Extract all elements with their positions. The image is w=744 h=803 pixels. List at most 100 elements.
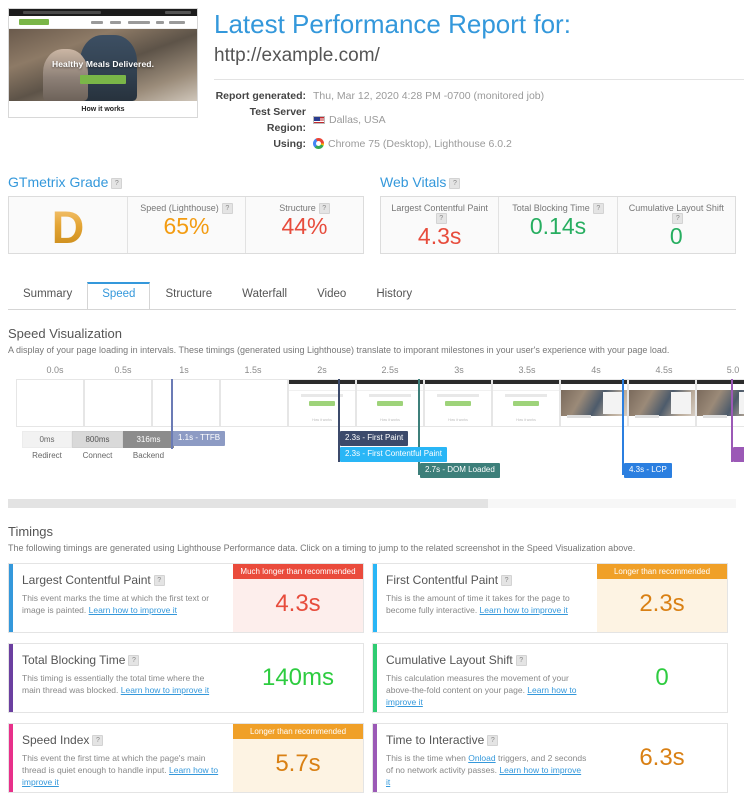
metric-structure[interactable]: Structure? 44% (245, 196, 363, 253)
vital-lcp[interactable]: Largest Contentful Paint? 4.3s (381, 197, 498, 253)
marker-chip-first-paint[interactable]: 2.3s - First Paint (340, 430, 409, 446)
metric-value: 65% (163, 213, 210, 240)
us-flag-icon (313, 115, 325, 124)
filmstrip-frame[interactable] (628, 378, 696, 427)
card-value-panel: 0 (597, 643, 727, 712)
card-body: Time to Interactive? This is the time wh… (377, 724, 597, 792)
learn-more-link[interactable]: Learn how to improve it (89, 605, 177, 615)
card-value: 4.3s (275, 590, 321, 618)
metadata-value: Thu, Mar 12, 2020 4:28 PM -0700 (monitor… (313, 88, 544, 104)
help-icon[interactable]: ? (92, 735, 104, 747)
help-icon[interactable]: ? (221, 203, 233, 215)
filmstrip-frame[interactable] (16, 378, 84, 427)
phase-value: 800ms (72, 430, 123, 448)
card-description: This calculation measures the movement o… (386, 672, 577, 707)
timeline-horizontal-scrollbar[interactable] (8, 498, 736, 508)
timings-heading: Timings (8, 523, 54, 539)
timeline-markers: 0ms Redirect 800ms Connect 316ms Backend (8, 378, 744, 485)
axis-tick: 1s (179, 364, 189, 375)
marker-chip-lcp[interactable]: 4.3s - LCP (624, 462, 672, 478)
filmstrip-frame[interactable]: How it works (424, 378, 492, 427)
axis-tick: 2.5s (381, 364, 399, 375)
help-icon[interactable]: ? (592, 203, 604, 215)
speed-visualization-section: Speed Visualization A display of your pa… (0, 326, 744, 485)
filmstrip-frame[interactable]: How it works (492, 378, 560, 427)
timing-card-total-blocking-time[interactable]: Total Blocking Time? This timing is esse… (8, 642, 364, 713)
tab-structure[interactable]: Structure (150, 282, 227, 309)
tab-video[interactable]: Video (302, 282, 361, 309)
learn-more-link[interactable]: Learn how to improve it (121, 685, 209, 695)
help-icon[interactable]: ? (128, 655, 140, 667)
page-screenshot-thumbnail[interactable]: Healthy Meals Delivered. How it works (8, 8, 198, 118)
card-title: Time to Interactive? (386, 733, 587, 747)
timing-card-speed-index[interactable]: Speed Index? This event the first time a… (8, 722, 364, 793)
help-icon[interactable]: ? (501, 575, 513, 587)
timing-card-largest-contentful-paint[interactable]: Largest Contentful Paint? This event mar… (8, 562, 364, 633)
marker-chip-first-contentful-paint[interactable]: 2.3s - First Contentful Paint (340, 446, 447, 462)
timing-card-time-to-interactive[interactable]: Time to Interactive? This is the time wh… (372, 722, 728, 793)
vital-tbt[interactable]: Total Blocking Time? 0.14s (498, 196, 616, 253)
filmstrip-frame[interactable] (152, 378, 220, 427)
card-value: 140ms (261, 663, 335, 691)
web-vitals-panel: Largest Contentful Paint? 4.3s Total Blo… (380, 195, 736, 254)
thumbnail-hero-cta (80, 75, 126, 84)
help-icon[interactable]: ? (487, 735, 499, 747)
report-tabs: Summary Speed Structure Waterfall Video … (8, 281, 736, 310)
help-icon[interactable]: ? (449, 177, 461, 189)
thumbnail-nav-item (128, 21, 150, 24)
metadata-value: Chrome 75 (Desktop), Lighthouse 6.0.2 (313, 136, 512, 152)
phase-label: Backend (132, 450, 165, 460)
metric-value: 44% (281, 213, 328, 240)
metadata-text: Chrome 75 (Desktop), Lighthouse 6.0.2 (328, 137, 512, 150)
metadata-label: Using: (273, 137, 306, 150)
thumbnail-nav-item (110, 21, 121, 24)
phase-label: Connect (82, 450, 113, 460)
speed-visualization-description: A display of your page loading in interv… (8, 344, 670, 355)
card-title: Speed Index? (22, 733, 223, 747)
tab-waterfall[interactable]: Waterfall (227, 282, 302, 309)
load-phases: 0ms Redirect 800ms Connect 316ms Backend (22, 430, 174, 460)
filmstrip-frame[interactable] (220, 378, 288, 427)
gtmetrix-grade-block: GTmetrix Grade? D Speed (Lighthouse)? 65… (8, 174, 364, 254)
marker-chip-dom-loaded[interactable]: 2.7s - DOM Loaded (420, 462, 500, 478)
filmstrip-frame[interactable] (560, 378, 628, 427)
thumbnail-nav-item (91, 21, 103, 24)
marker-chip-ttfb[interactable]: 1.1s - TTFB (173, 430, 226, 446)
help-icon[interactable]: ? (515, 655, 527, 667)
timing-card-cumulative-layout-shift[interactable]: Cumulative Layout Shift? This calculatio… (372, 642, 728, 713)
filmstrip-frame[interactable] (696, 378, 744, 427)
filmstrip-frame[interactable] (84, 378, 152, 427)
metadata-label: Report generated: (215, 89, 306, 102)
speed-visualization-timeline[interactable]: 0.0s 0.5s 1s 1.5s 2s 2.5s 3s 3.5s 4s 4.5… (8, 364, 744, 485)
marker-chip-onload[interactable] (733, 446, 744, 462)
metric-speed[interactable]: Speed (Lighthouse)? 65% (127, 196, 245, 253)
phase-redirect[interactable]: 0ms Redirect (22, 430, 72, 460)
scrollbar-thumb[interactable] (8, 498, 489, 508)
help-icon[interactable]: ? (153, 575, 165, 587)
timing-card-first-contentful-paint[interactable]: First Contentful Paint? This is the amou… (372, 562, 728, 633)
vital-cls[interactable]: Cumulative Layout Shift? 0 (616, 196, 735, 253)
grade-letter-cell: D (9, 197, 127, 253)
learn-more-link[interactable]: Learn how to improve it (480, 605, 568, 615)
card-title: First Contentful Paint? (386, 573, 587, 587)
help-icon[interactable]: ? (111, 177, 123, 189)
tab-history[interactable]: History (361, 282, 427, 309)
thumbnail-nav-item (156, 21, 164, 24)
speed-visualization-heading: Speed Visualization (8, 325, 122, 341)
tab-speed[interactable]: Speed (87, 281, 151, 309)
axis-tick: 4.5s (655, 364, 673, 375)
report-header: Healthy Meals Delivered. How it works La… (0, 0, 744, 152)
page-title: Latest Performance Report for: (214, 9, 571, 39)
marker-line-lcp (622, 378, 624, 475)
gtmetrix-report-page: Healthy Meals Delivered. How it works La… (0, 0, 744, 793)
tab-summary[interactable]: Summary (8, 282, 87, 309)
filmstrip-frame[interactable]: How it works (288, 378, 356, 427)
vital-value: 0 (669, 223, 683, 250)
metadata-text: Dallas, USA (329, 113, 386, 126)
phase-connect[interactable]: 800ms Connect (72, 430, 123, 460)
gtmetrix-grade-panel: D Speed (Lighthouse)? 65% Structure? 44% (8, 195, 364, 254)
onload-link[interactable]: Onload (468, 753, 495, 763)
phase-backend[interactable]: 316ms Backend (123, 430, 174, 460)
filmstrip-frame[interactable]: How it works (356, 378, 424, 427)
vital-value: 4.3s (417, 223, 462, 250)
